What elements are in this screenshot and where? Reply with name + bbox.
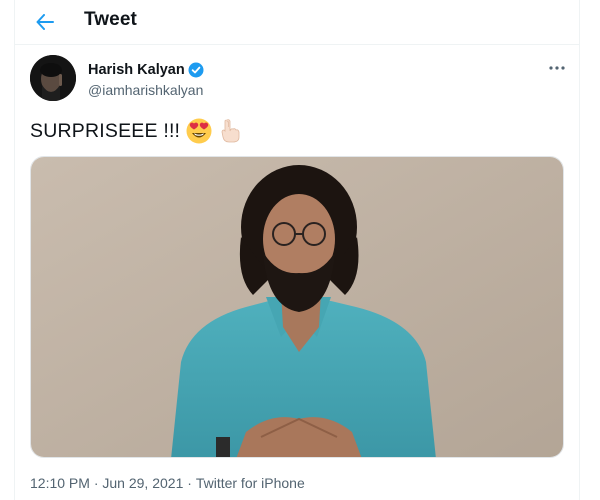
tweet-text-content: SURPRISEEE !!! (30, 119, 181, 142)
page-title: Tweet (84, 9, 137, 30)
page-header: Tweet (15, 0, 579, 45)
video-thumbnail (31, 157, 563, 457)
tweet-time[interactable]: 12:10 PM (30, 475, 90, 491)
tweet-source[interactable]: Twitter for iPhone (196, 475, 305, 491)
avatar-image (30, 55, 76, 101)
author-name-row[interactable]: Harish Kalyan (88, 62, 204, 78)
tweet-video[interactable] (30, 156, 564, 458)
tweet-date[interactable]: Jun 29, 2021 (102, 475, 183, 491)
tweet-timestamp: 12:10 PM · Jun 29, 2021 · Twitter for iP… (30, 475, 305, 491)
heart-eyes-emoji-icon (186, 118, 212, 144)
tweet-text: SURPRISEEE !!! (30, 118, 242, 144)
arrow-left-icon (36, 14, 54, 30)
verified-badge-icon (188, 62, 204, 78)
author-display-name[interactable]: Harish Kalyan (88, 62, 185, 78)
more-horizontal-icon (549, 66, 565, 70)
more-options-button[interactable] (545, 58, 569, 78)
pointing-down-emoji-icon (218, 118, 242, 144)
separator: · (89, 475, 103, 491)
author-handle[interactable]: @iamharishkalyan (88, 82, 203, 98)
back-button[interactable] (31, 8, 59, 36)
avatar[interactable] (30, 55, 76, 101)
tweet-detail-page: Tweet Harish Kalyan @iamharishkalyan SUR… (14, 0, 580, 500)
separator: · (183, 475, 196, 491)
